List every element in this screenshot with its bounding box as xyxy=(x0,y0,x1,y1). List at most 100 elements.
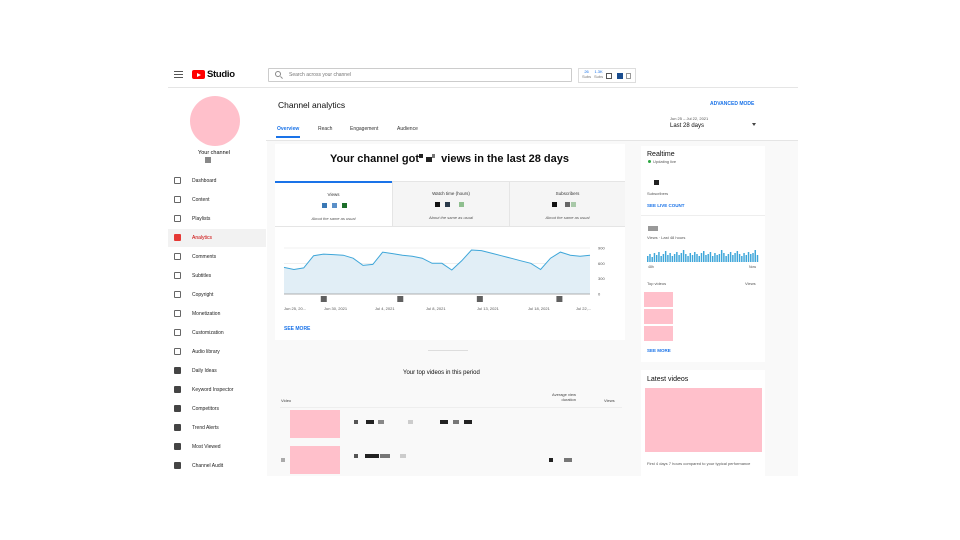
realtime-bar[interactable] xyxy=(745,255,748,262)
realtime-bar[interactable] xyxy=(651,257,653,262)
sidebar-item-monetization[interactable]: Monetization xyxy=(168,305,266,323)
realtime-bar[interactable] xyxy=(743,253,745,262)
metric-watch-time[interactable]: Watch time (hours) About the same as usu… xyxy=(392,181,509,227)
realtime-bar[interactable] xyxy=(687,256,689,262)
realtime-bar[interactable] xyxy=(709,252,712,262)
realtime-bar[interactable] xyxy=(700,253,703,262)
realtime-bar[interactable] xyxy=(685,254,687,262)
search-input[interactable]: Search across your channel xyxy=(268,68,572,82)
realtime-bar[interactable] xyxy=(736,251,739,262)
video-published-marker[interactable] xyxy=(476,296,483,302)
realtime-bar[interactable] xyxy=(714,253,716,262)
sidebar-item-daily-ideas[interactable]: Daily Ideas xyxy=(168,362,266,380)
realtime-bar[interactable] xyxy=(691,255,694,262)
sidebar-item-channel-audit[interactable]: Channel Audit xyxy=(168,457,266,475)
realtime-bar[interactable] xyxy=(752,253,754,262)
col-views[interactable]: Views xyxy=(604,398,615,403)
realtime-bar[interactable] xyxy=(705,255,707,262)
realtime-bar[interactable] xyxy=(667,255,669,262)
sidebar-item-most-viewed[interactable]: Most Viewed xyxy=(168,438,266,456)
realtime-bar[interactable] xyxy=(732,255,734,262)
advanced-mode-button[interactable]: ADVANCED MODE xyxy=(710,101,754,107)
menu-icon[interactable] xyxy=(174,71,183,78)
realtime-bar[interactable] xyxy=(649,254,651,262)
tab-overview[interactable]: Overview xyxy=(277,126,299,132)
metric-subscribers[interactable]: Subscribers About the same as usual xyxy=(509,181,625,227)
sidebar-item-analytics[interactable]: Analytics xyxy=(168,229,266,247)
realtime-bar[interactable] xyxy=(738,254,741,262)
video-published-marker[interactable] xyxy=(320,296,327,302)
realtime-bar[interactable] xyxy=(664,251,667,262)
video-thumbnail[interactable] xyxy=(644,309,673,324)
realtime-bar[interactable] xyxy=(750,254,752,262)
realtime-bar[interactable] xyxy=(718,254,721,262)
chevron-down-icon[interactable] xyxy=(752,123,756,126)
realtime-bar[interactable] xyxy=(696,254,698,262)
realtime-bar[interactable] xyxy=(716,255,718,262)
extension-stat-1[interactable]: 26 Subs xyxy=(582,69,591,79)
video-thumbnail[interactable] xyxy=(644,292,673,307)
realtime-bar[interactable] xyxy=(647,256,649,262)
extension-stat-2[interactable]: 1.3K Subs xyxy=(594,69,603,79)
date-range-picker[interactable]: Last 28 days xyxy=(670,123,704,129)
metric-views[interactable]: Views About the same as usual xyxy=(275,181,392,227)
tab-audience[interactable]: Audience xyxy=(397,126,418,132)
extension-grid-icon[interactable] xyxy=(626,73,631,79)
video-thumbnail[interactable] xyxy=(290,446,340,474)
extension-logo-icon[interactable] xyxy=(617,73,623,79)
realtime-bar[interactable] xyxy=(660,256,662,262)
realtime-bar[interactable] xyxy=(689,253,692,262)
tab-engagement[interactable]: Engagement xyxy=(350,126,378,132)
realtime-bar[interactable] xyxy=(725,256,727,262)
extension-copy-icon[interactable] xyxy=(606,73,612,79)
sidebar-item-subtitles[interactable]: Subtitles xyxy=(168,267,266,285)
realtime-bar[interactable] xyxy=(703,251,705,262)
studio-logo-text[interactable]: Studio xyxy=(207,69,235,80)
realtime-bar[interactable] xyxy=(680,253,683,262)
video-thumbnail[interactable] xyxy=(290,410,340,438)
sidebar-item-dashboard[interactable]: Dashboard xyxy=(168,172,266,190)
realtime-bar[interactable] xyxy=(747,252,750,262)
see-live-count-button[interactable]: SEE LIVE COUNT xyxy=(647,203,685,208)
sidebar-item-playlists[interactable]: Playlists xyxy=(168,210,266,228)
sidebar-item-competitors[interactable]: Competitors xyxy=(168,400,266,418)
col-avg-duration[interactable]: Average view duration xyxy=(538,392,576,402)
realtime-bar[interactable] xyxy=(653,253,656,262)
realtime-bar[interactable] xyxy=(662,254,665,262)
sidebar-item-trend-alerts[interactable]: Trend Alerts xyxy=(168,419,266,437)
sidebar-item-customization[interactable]: Customization xyxy=(168,324,266,342)
realtime-bar[interactable] xyxy=(754,250,756,262)
latest-video-thumbnail[interactable] xyxy=(645,388,762,452)
channel-avatar[interactable] xyxy=(190,96,240,146)
sidebar-item-keyword-inspector[interactable]: Keyword Inspector xyxy=(168,381,266,399)
realtime-bar[interactable] xyxy=(655,255,658,262)
realtime-bar[interactable] xyxy=(678,255,680,262)
tab-reach[interactable]: Reach xyxy=(318,126,332,132)
video-thumbnail[interactable] xyxy=(644,326,673,341)
realtime-bar[interactable] xyxy=(676,252,678,262)
sidebar-item-comments[interactable]: Comments xyxy=(168,248,266,266)
realtime-bar[interactable] xyxy=(673,254,676,262)
sidebar-item-audio-library[interactable]: Audio library xyxy=(168,343,266,361)
realtime-bar[interactable] xyxy=(720,250,723,262)
realtime-bar[interactable] xyxy=(658,252,660,262)
realtime-bar[interactable] xyxy=(671,256,674,262)
realtime-bar[interactable] xyxy=(723,253,725,262)
realtime-bar[interactable] xyxy=(682,250,685,262)
realtime-bar[interactable] xyxy=(711,256,714,262)
realtime-bar[interactable] xyxy=(694,252,696,262)
realtime-bar[interactable] xyxy=(729,252,732,262)
realtime-bar[interactable] xyxy=(741,256,743,262)
video-published-marker[interactable] xyxy=(397,296,404,302)
sidebar-item-copyright[interactable]: Copyright xyxy=(168,286,266,304)
youtube-logo-icon[interactable] xyxy=(192,70,205,79)
realtime-see-more-button[interactable]: SEE MORE xyxy=(647,348,671,353)
realtime-bar[interactable] xyxy=(698,256,700,262)
realtime-bar[interactable] xyxy=(727,254,730,262)
sidebar-item-content[interactable]: Content xyxy=(168,191,266,209)
realtime-bar[interactable] xyxy=(734,253,736,262)
realtime-bar[interactable] xyxy=(707,254,709,262)
video-published-marker[interactable] xyxy=(556,296,563,302)
realtime-bar[interactable] xyxy=(756,255,759,262)
views-chart[interactable]: 900 600 300 0 Jun 25, 20... Jun 30, 2021 Jul 4… xyxy=(280,242,610,312)
